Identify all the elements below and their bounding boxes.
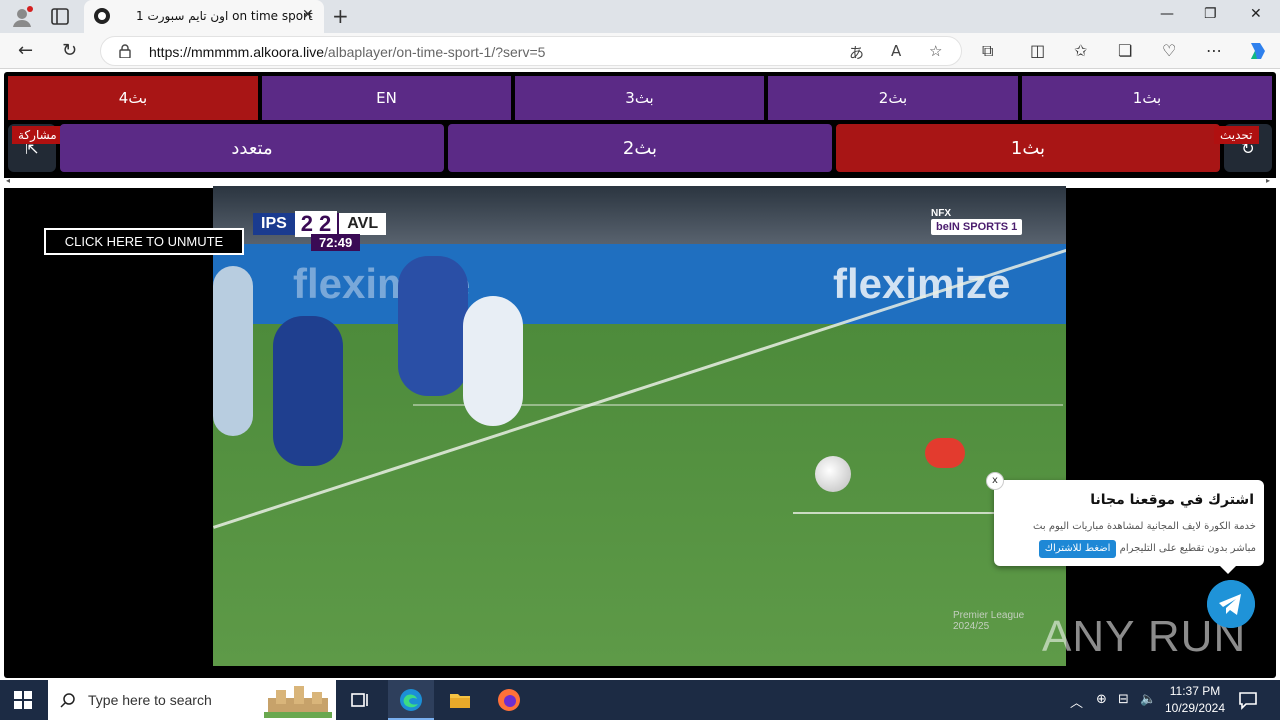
tab-close-icon[interactable]: ✕ xyxy=(302,7,314,23)
search-icon xyxy=(60,693,75,708)
stream-row: ⇱ مشاركة متعدد بث2 بث1 ↻ تحديث xyxy=(8,124,1272,172)
telegram-subscribe-popup: x اشترك في موقعنا مجانا خدمة الكورة لايف… xyxy=(986,472,1264,574)
page-content: بث4 EN بث3 بث2 بث1 ⇱ مشاركة متعدد بث2 بث… xyxy=(0,70,1280,680)
server-button-1[interactable]: بث1 xyxy=(1022,76,1272,120)
popup-description: خدمة الكورة لايف المجانية لمشاهدة مباريا… xyxy=(1006,516,1256,560)
browser-tab[interactable]: اون تايم سبورت 1 on time sport ✕ xyxy=(84,0,324,33)
file-explorer-icon[interactable] xyxy=(448,688,472,712)
windows-taskbar: Type here to search ︿ ⊕ ⊟ 🔈 11:37 PM 10/… xyxy=(0,680,1280,720)
edge-icon xyxy=(400,689,422,711)
favorite-star-icon[interactable]: ☆ xyxy=(929,42,942,60)
url-path: /albaplayer/on-time-sport-1/?serv=5 xyxy=(324,44,546,60)
league-name: Premier League xyxy=(953,610,1025,621)
player-figure xyxy=(398,256,468,396)
favorites-icon[interactable]: ✩ xyxy=(1074,41,1087,60)
collections-icon[interactable]: ❏ xyxy=(1118,41,1132,60)
address-bar[interactable]: https://mmmmm.alkoora.live/albaplayer/on… xyxy=(100,36,962,66)
server-button-3[interactable]: بث3 xyxy=(515,76,764,120)
unmute-button[interactable]: CLICK HERE TO UNMUTE xyxy=(44,228,244,255)
firefox-icon[interactable] xyxy=(497,688,521,712)
server-button-4[interactable]: بث4 xyxy=(8,76,258,120)
url-host: https://mmmmm.alkoora.live xyxy=(149,44,325,60)
subscribe-button[interactable]: اضغط للاشتراك xyxy=(1038,540,1117,558)
player-figure xyxy=(213,266,253,436)
browser-essentials-icon[interactable]: ♡ xyxy=(1162,41,1176,60)
soccer-ball-favicon-icon xyxy=(94,8,110,24)
channel-logo: NFX beIN SPORTS 1 xyxy=(931,208,1023,235)
read-aloud-icon[interactable]: A xyxy=(891,42,901,60)
channel-prefix: NFX xyxy=(931,208,951,219)
scroll-left-icon[interactable]: ◂ xyxy=(6,176,10,185)
profile-icon[interactable] xyxy=(10,5,34,29)
address-toolbar: ← ↻ https://mmmmm.alkoora.live/albaplaye… xyxy=(0,33,1280,69)
home-team: IPS xyxy=(253,213,295,235)
server-button-2[interactable]: بث2 xyxy=(768,76,1018,120)
maximize-icon[interactable]: ❐ xyxy=(1204,6,1217,22)
popup-desc-line2: مباشر بدون تقطيع على التليجرام اضغط للاش… xyxy=(1006,538,1256,560)
stream-button-1[interactable]: بث1 xyxy=(836,124,1220,172)
extensions-icon[interactable]: ⧉ xyxy=(982,41,993,61)
football xyxy=(815,456,851,492)
volume-icon[interactable]: 🔈 xyxy=(1140,692,1156,707)
taskbar-edge-app[interactable] xyxy=(388,680,434,720)
taskbar-search[interactable]: Type here to search xyxy=(48,680,336,720)
match-time: 72:49 xyxy=(311,234,361,251)
player-frame: بث4 EN بث3 بث2 بث1 ⇱ مشاركة متعدد بث2 بث… xyxy=(4,72,1276,678)
league-season: 2024/25 xyxy=(953,621,990,632)
server-row: بث4 EN بث3 بث2 بث1 xyxy=(8,76,1272,120)
player-figure xyxy=(463,296,523,426)
search-placeholder: Type here to search xyxy=(88,692,212,708)
refresh-icon[interactable]: ↻ xyxy=(62,40,77,61)
stream-button-multi[interactable]: متعدد xyxy=(60,124,444,172)
split-screen-icon[interactable]: ◫ xyxy=(1030,41,1045,60)
scroll-right-icon[interactable]: ▸ xyxy=(1266,176,1270,185)
back-icon[interactable]: ← xyxy=(18,40,33,61)
share-label[interactable]: مشاركة xyxy=(12,126,63,144)
server-button-en[interactable]: EN xyxy=(262,76,511,120)
notifications-icon[interactable] xyxy=(1236,688,1260,712)
goalkeeper-glove xyxy=(925,438,965,468)
tray-app-icon[interactable]: ⊕ xyxy=(1096,692,1107,707)
popup-desc-text: مباشر بدون تقطيع على التليجرام xyxy=(1119,543,1256,554)
video-adboard: fleximize fleximize xyxy=(213,244,1066,324)
minimize-icon[interactable]: — xyxy=(1160,6,1174,22)
popup-title: اشترك في موقعنا مجانا xyxy=(1090,492,1254,508)
away-team: AVL xyxy=(337,213,387,235)
league-watermark: Premier League 2024/25 xyxy=(953,610,1024,632)
channel-name: beIN SPORTS 1 xyxy=(931,219,1023,235)
castle-search-highlight-icon xyxy=(264,686,332,718)
windows-start-icon[interactable] xyxy=(14,691,32,709)
tab-actions-icon[interactable] xyxy=(48,6,72,28)
window-close-icon[interactable]: ✕ xyxy=(1250,6,1262,22)
lock-icon[interactable] xyxy=(119,44,131,58)
video-player[interactable]: fleximize fleximize IPS 2 2 AVL 72:49 NF… xyxy=(213,186,1066,666)
translate-icon[interactable]: あ xyxy=(849,42,864,63)
ad-text-right: fleximize xyxy=(833,260,1011,307)
task-view-icon[interactable] xyxy=(348,688,372,712)
copilot-icon[interactable] xyxy=(1246,39,1270,63)
new-tab-icon[interactable]: + xyxy=(332,4,349,28)
refresh-label[interactable]: تحديث xyxy=(1214,126,1259,144)
popup-close-button[interactable]: x xyxy=(986,472,1004,490)
tab-title: اون تايم سبورت 1 on time sport xyxy=(136,9,313,23)
tray-chevron-icon[interactable]: ︿ xyxy=(1070,692,1083,711)
popup-desc-line1: خدمة الكورة لايف المجانية لمشاهدة مباريا… xyxy=(1033,521,1256,532)
clock-time: 11:37 PM xyxy=(1169,684,1221,698)
scoreboard: IPS 2 2 AVL 72:49 xyxy=(253,211,387,251)
system-clock[interactable]: 11:37 PM 10/29/2024 xyxy=(1160,683,1230,717)
clock-date: 10/29/2024 xyxy=(1164,701,1226,715)
browser-tab-bar: اون تايم سبورت 1 on time sport ✕ + — ❐ ✕ xyxy=(0,0,1280,33)
url-text[interactable]: https://mmmmm.alkoora.live/albaplayer/on… xyxy=(149,44,545,60)
settings-more-icon[interactable]: ⋯ xyxy=(1206,41,1222,60)
player-figure xyxy=(273,316,343,466)
telegram-icon[interactable] xyxy=(1207,580,1255,628)
stream-button-2[interactable]: بث2 xyxy=(448,124,832,172)
network-icon[interactable]: ⊟ xyxy=(1118,692,1129,707)
